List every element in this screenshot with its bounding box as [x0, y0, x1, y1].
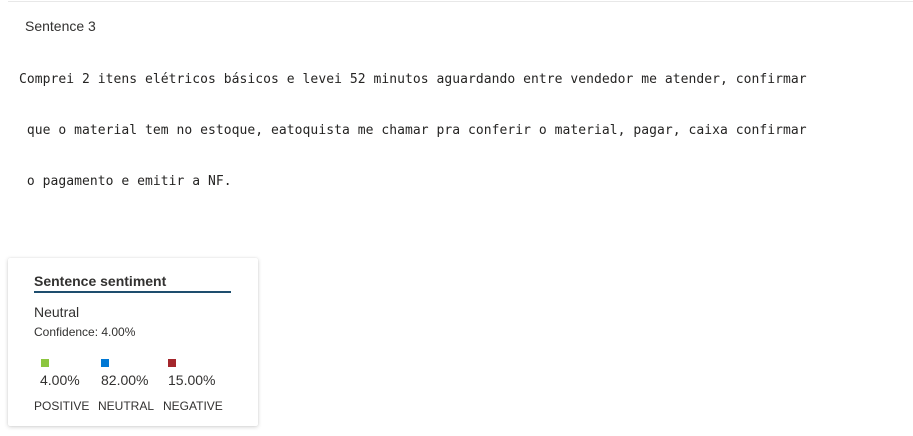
negative-score-value: 15.00% [168, 372, 216, 388]
page: Sentence 3 Comprei 2 itens elétricos bás… [0, 0, 913, 436]
sentiment-value: Neutral [34, 304, 80, 320]
negative-swatch-icon [168, 359, 176, 367]
card-title: Sentence sentiment [34, 273, 167, 289]
neutral-score-label: NEUTRAL [98, 399, 155, 413]
positive-score-label: POSITIVE [34, 399, 90, 413]
sentence-text-line-1: Comprei 2 itens elétricos básicos e leve… [19, 72, 807, 87]
top-divider [8, 1, 913, 2]
sentence-sentiment-card: Sentence sentiment Neutral Confidence: 4… [8, 258, 258, 426]
sentence-text-line-3: o pagamento e emitir a NF. [19, 174, 232, 189]
card-title-underline [34, 291, 231, 293]
confidence-text: Confidence: 4.00% [34, 325, 136, 339]
positive-score-value: 4.00% [40, 372, 80, 388]
negative-score-label: NEGATIVE [163, 399, 223, 413]
neutral-swatch-icon [101, 359, 109, 367]
neutral-score-value: 82.00% [101, 372, 149, 388]
positive-swatch-icon [41, 359, 49, 367]
sentence-text-line-2: que o material tem no estoque, eatoquist… [19, 123, 807, 138]
sentence-label: Sentence 3 [25, 18, 96, 34]
